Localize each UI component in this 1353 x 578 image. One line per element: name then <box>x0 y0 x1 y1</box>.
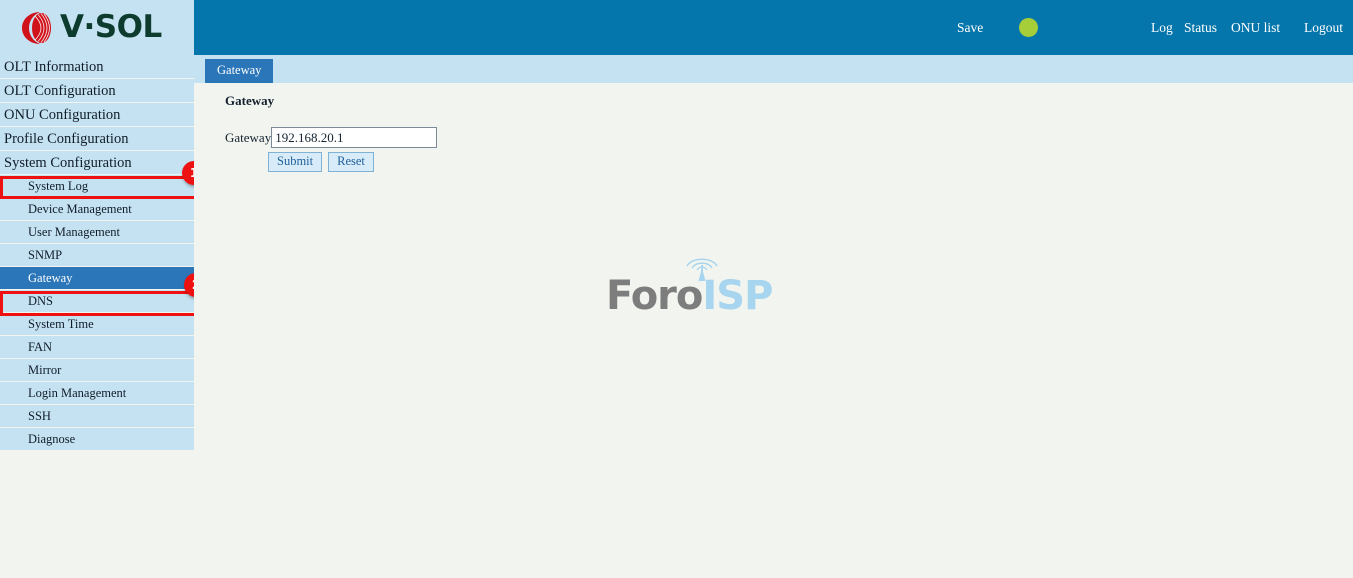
sidebar-item-system-log[interactable]: System Log <box>0 175 194 198</box>
log-link[interactable]: Log <box>1151 20 1173 36</box>
sidebar-item-user-management[interactable]: User Management <box>0 221 194 244</box>
gateway-input[interactable] <box>271 127 438 148</box>
sidebar-item-system-configuration[interactable]: System Configuration <box>0 151 194 175</box>
logout-link[interactable]: Logout <box>1304 20 1343 36</box>
sidebar-item-onu-configuration[interactable]: ONU Configuration <box>0 103 194 127</box>
gateway-form-row: Gateway <box>225 127 438 148</box>
tab-strip: Gateway <box>194 55 1353 83</box>
watermark-text-secondary: ISP <box>702 273 773 319</box>
sidebar-item-profile-configuration[interactable]: Profile Configuration <box>0 127 194 151</box>
brand-logo: V·SOL <box>0 0 194 55</box>
sidebar-item-olt-information[interactable]: OLT Information <box>0 55 194 79</box>
sidebar-item-diagnose[interactable]: Diagnose <box>0 428 194 451</box>
watermark-text: ForoISP <box>606 273 773 319</box>
sidebar-item-fan[interactable]: FAN <box>0 336 194 359</box>
form-button-row: Submit Reset <box>268 152 374 172</box>
main-content: Gateway Gateway Gateway Submit Reset For… <box>194 55 1353 578</box>
antenna-tower-icon <box>682 255 722 281</box>
sidebar-item-mirror[interactable]: Mirror <box>0 359 194 382</box>
sidebar-item-device-management[interactable]: Device Management <box>0 198 194 221</box>
brand-wordmark: V·SOL <box>60 9 162 45</box>
status-link[interactable]: Status <box>1184 20 1217 36</box>
panel-title: Gateway <box>225 93 275 108</box>
page-header: V·SOL Save Log Status ONU list Logout <box>0 0 1353 55</box>
vsol-swirl-logo-icon <box>18 10 54 46</box>
reset-button[interactable]: Reset <box>328 152 374 172</box>
status-dot-icon[interactable] <box>1019 18 1038 37</box>
sidebar-item-dns[interactable]: DNS <box>0 290 194 313</box>
tab-gateway[interactable]: Gateway <box>205 59 274 83</box>
sidebar-navigation: OLT Information OLT Configuration ONU Co… <box>0 55 194 478</box>
foroisp-watermark: ForoISP <box>606 255 781 317</box>
gateway-field-label: Gateway <box>225 129 272 145</box>
sidebar-item-system-time[interactable]: System Time <box>0 313 194 336</box>
watermark-text-primary: Foro <box>606 273 703 319</box>
sidebar-item-ssh[interactable]: SSH <box>0 405 194 428</box>
sidebar-item-gateway[interactable]: Gateway <box>0 267 194 290</box>
onu-list-link[interactable]: ONU list <box>1231 20 1280 36</box>
save-button[interactable]: Save <box>957 20 983 36</box>
sidebar-item-olt-configuration[interactable]: OLT Configuration <box>0 79 194 103</box>
sidebar-item-snmp[interactable]: SNMP <box>0 244 194 267</box>
header-toolbar: Save Log Status ONU list Logout <box>194 0 1353 55</box>
submit-button[interactable]: Submit <box>268 152 323 172</box>
sidebar-item-login-management[interactable]: Login Management <box>0 382 194 405</box>
